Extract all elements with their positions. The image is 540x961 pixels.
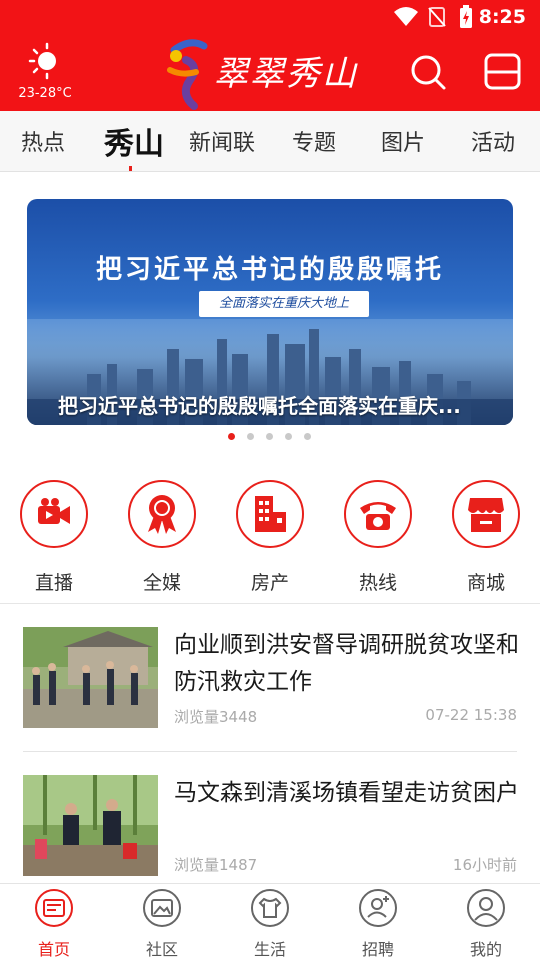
nav-community[interactable]: 社区 — [122, 888, 202, 960]
news-thumbnail — [23, 775, 158, 876]
tab-news-union[interactable]: 新闻联 — [189, 125, 255, 157]
image-gallery-icon — [143, 889, 181, 927]
news-item[interactable]: 向业顺到洪安督导调研脱贫攻坚和防汛救灾工作 浏览量3448 07-22 15:3… — [23, 627, 519, 735]
quick-link-label: 直播 — [34, 572, 73, 594]
scan-icon[interactable] — [483, 52, 523, 92]
nav-label: 社区 — [145, 940, 178, 959]
carousel-dot[interactable] — [304, 433, 311, 440]
news-divider — [23, 751, 517, 752]
wifi-icon — [394, 7, 418, 26]
news-item[interactable]: 马文森到清溪场镇看望走访贫困户 浏览量1487 16小时前 — [23, 775, 519, 880]
banner-subtitle: 全面落实在重庆大地上 — [199, 291, 369, 317]
quick-link-realestate[interactable]: 房产 — [236, 480, 304, 595]
ribbon-badge-icon — [148, 495, 176, 534]
status-time: 8:25 — [478, 6, 526, 28]
banner-title: 把习近平总书记的殷殷嘱托 — [95, 255, 444, 285]
quick-link-live[interactable]: 直播 — [20, 480, 88, 595]
tab-pictures[interactable]: 图片 — [381, 125, 425, 157]
news-views: 浏览量1487 — [174, 856, 258, 874]
news-title[interactable]: 向业顺到洪安督导调研脱贫攻坚和防汛救灾工作 — [174, 627, 519, 701]
category-tabs: 热点 秀山 新闻联 专题 图片 活动 — [0, 111, 540, 172]
carousel-dot[interactable] — [285, 433, 292, 440]
quick-link-shop[interactable]: 商城 — [452, 480, 520, 595]
tshirt-icon — [251, 889, 289, 927]
tab-hot[interactable]: 热点 — [21, 125, 65, 157]
section-divider — [0, 603, 540, 604]
nav-home[interactable]: 首页 — [14, 888, 94, 960]
news-photo-image — [23, 775, 158, 876]
tab-activities[interactable]: 活动 — [471, 125, 515, 157]
nav-jobs[interactable]: 招聘 — [338, 888, 418, 960]
carousel-dot[interactable] — [247, 433, 254, 440]
quick-link-allmedia[interactable]: 全媒 — [128, 480, 196, 595]
quick-link-circle — [344, 480, 412, 548]
app-header: 8:25 23-28°C 翠翠秀山 — [0, 0, 540, 111]
nav-label: 生活 — [253, 940, 286, 959]
active-tab-indicator — [129, 166, 132, 171]
carousel-dot[interactable] — [266, 433, 273, 440]
search-icon[interactable] — [408, 52, 448, 92]
shop-icon — [468, 498, 504, 532]
user-profile-icon — [467, 889, 505, 927]
news-views: 浏览量3448 — [174, 708, 258, 726]
news-photo-image — [23, 627, 158, 728]
home-news-icon — [35, 889, 73, 927]
nav-label: 首页 — [37, 940, 70, 959]
nav-life[interactable]: 生活 — [230, 888, 310, 960]
quick-link-circle — [20, 480, 88, 548]
nav-label: 我的 — [469, 940, 502, 959]
quick-link-label: 商城 — [466, 572, 505, 594]
banner-caption[interactable]: 把习近平总书记的殷殷嘱托全面落实在重庆... — [58, 390, 488, 419]
carousel-dot[interactable] — [228, 433, 235, 440]
app-logo-icon — [167, 39, 208, 110]
news-time: 16小时前 — [452, 856, 517, 874]
nav-mine[interactable]: 我的 — [446, 888, 526, 960]
weather-widget[interactable]: 23-28°C — [14, 42, 76, 101]
news-time: 07-22 15:38 — [425, 706, 517, 724]
app-logo-text: 翠翠秀山 — [214, 54, 358, 94]
quick-link-circle — [236, 480, 304, 548]
telephone-icon — [360, 502, 396, 530]
bottom-navigation: 首页 社区 生活 招聘 我的 — [0, 883, 540, 961]
quick-link-label: 全媒 — [142, 572, 181, 594]
no-signal-icon — [428, 7, 446, 27]
quick-link-hotline[interactable]: 热线 — [344, 480, 412, 595]
nav-label: 招聘 — [361, 940, 394, 959]
quick-link-label: 热线 — [358, 572, 397, 594]
person-add-icon — [359, 889, 397, 927]
news-thumbnail — [23, 627, 158, 728]
quick-link-circle — [128, 480, 196, 548]
weather-sun-icon — [28, 42, 56, 80]
quick-link-label: 房产 — [250, 572, 289, 594]
building-icon — [255, 496, 286, 532]
news-title[interactable]: 马文森到清溪场镇看望走访贫困户 — [174, 775, 519, 812]
tab-topics[interactable]: 专题 — [292, 125, 336, 157]
video-camera-icon — [38, 498, 70, 524]
tab-xiushan[interactable]: 秀山 — [104, 119, 164, 163]
battery-charging-icon — [460, 5, 472, 28]
weather-temp: 23-28°C — [18, 86, 72, 101]
quick-link-circle — [452, 480, 520, 548]
